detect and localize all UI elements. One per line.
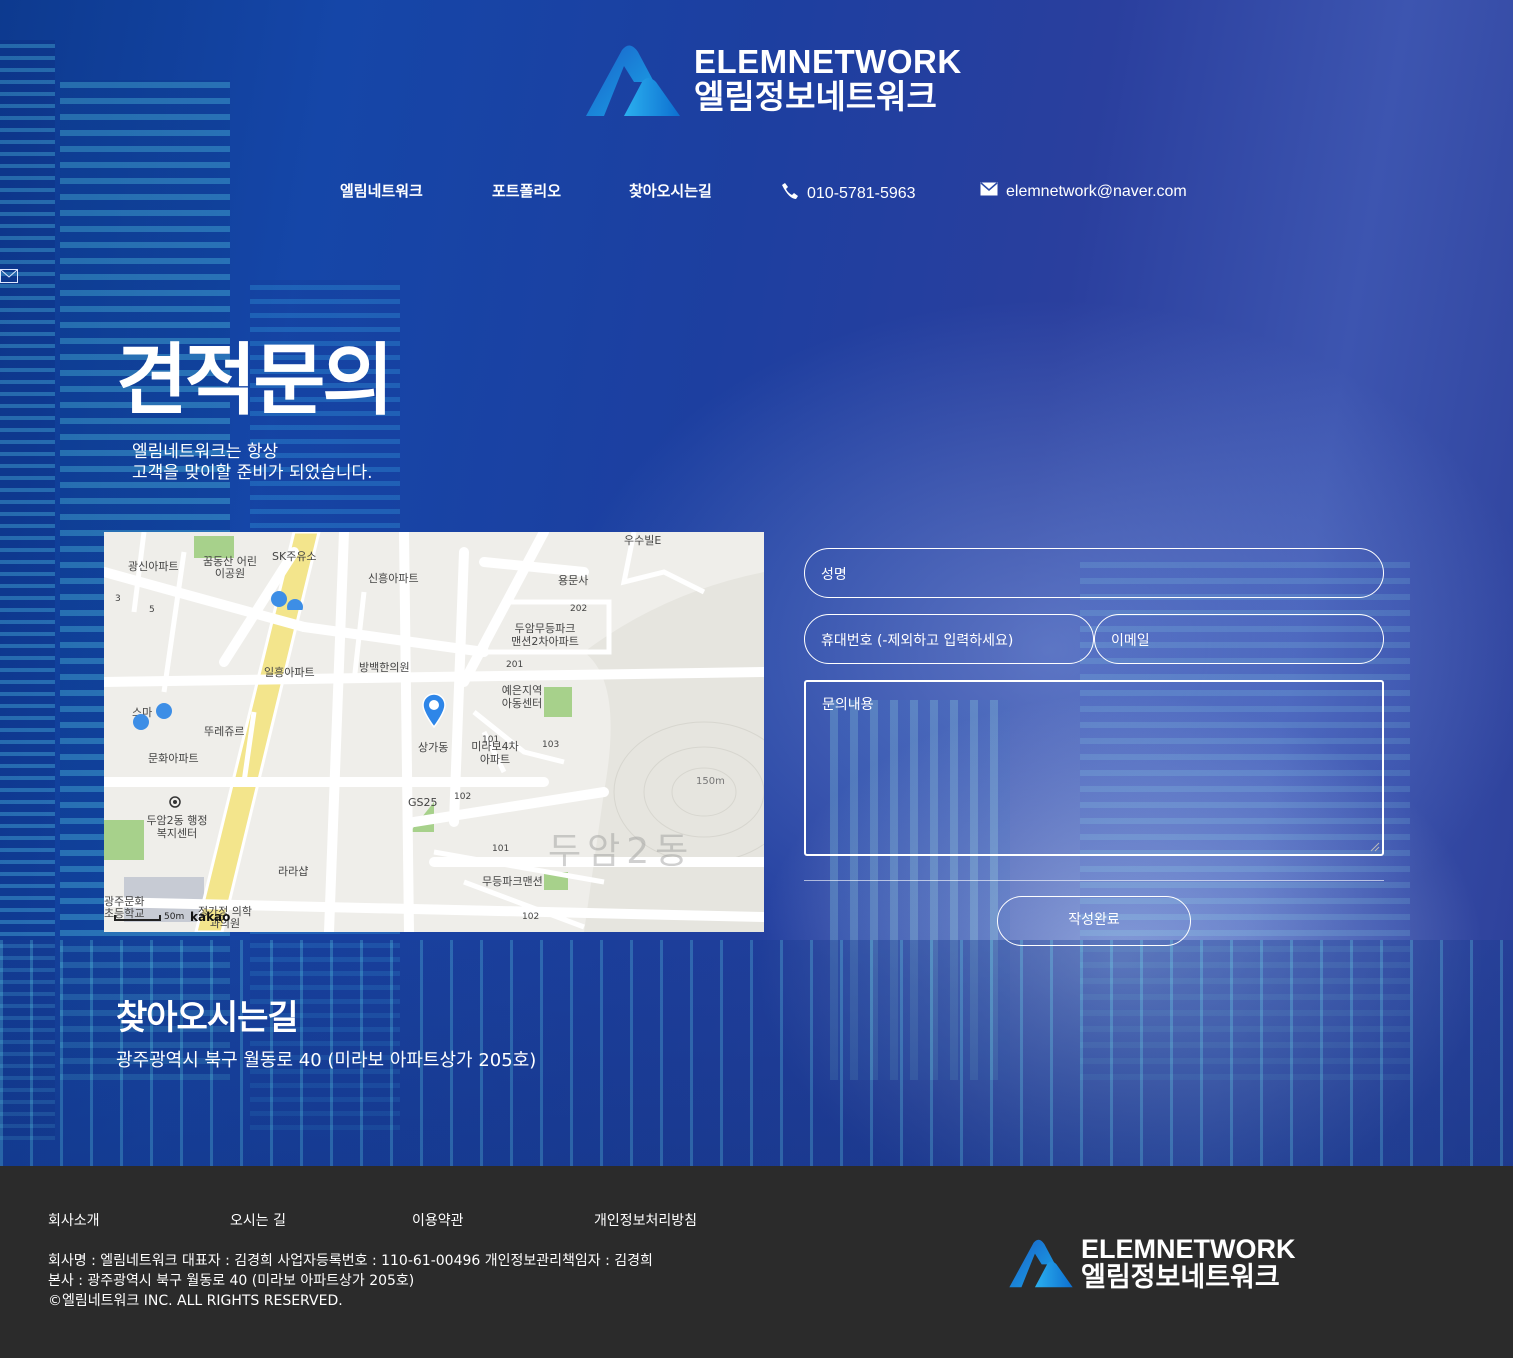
- subtitle-line: 고객을 맞이할 준비가 되었습니다.: [132, 463, 373, 483]
- bus-stop-icon[interactable]: [132, 702, 176, 736]
- map-scale-bar: [114, 915, 161, 921]
- map-label: 라라샵: [278, 865, 309, 878]
- map-label: 뚜레쥬르: [204, 725, 245, 738]
- map-elevation-label: 150m: [696, 776, 725, 787]
- logo-mark-icon: [584, 42, 682, 118]
- directions-title: 찾아오시는길: [116, 999, 299, 1037]
- map-block-number: 102: [522, 912, 540, 922]
- map-label: 방백한의원: [359, 661, 410, 674]
- map-block-number: 101: [492, 844, 510, 854]
- directions-address: 광주광역시 북구 월동로 40 (미라보 아파트상가 205호): [116, 1050, 537, 1071]
- logo-mark-icon: [1008, 1230, 1074, 1296]
- resize-handle-icon[interactable]: [1370, 842, 1380, 852]
- header-logo[interactable]: ELEMNETWORK 엘림정보네트워크: [584, 42, 962, 118]
- submit-button[interactable]: 작성완료: [997, 896, 1191, 946]
- message-placeholder: 문의내용: [822, 697, 874, 713]
- map-label: 일흥아파트: [264, 666, 315, 679]
- map-block-number: 5: [149, 605, 155, 615]
- company-address-line: 본사 : 광주광역시 북구 월동로 40 (미라보 아파트상가 205호): [48, 1273, 415, 1289]
- main-nav: 엘림네트워크 포트폴리오 찾아오시는길 010-5781-5963 elemne…: [0, 180, 1513, 208]
- office-icon: [168, 794, 182, 813]
- footer-link-privacy[interactable]: 개인정보처리방침: [594, 1210, 697, 1230]
- phone-field[interactable]: 휴대번호 (-제외하고 입력하세요): [804, 614, 1094, 664]
- nav-item-portfolio[interactable]: 포트폴리오: [492, 180, 561, 201]
- map-block-number: 102: [454, 792, 472, 802]
- name-field[interactable]: 성명: [804, 548, 1384, 598]
- map-block-number: 101: [482, 735, 500, 745]
- map-block-number: 201: [506, 660, 524, 670]
- phone-placeholder: 휴대번호 (-제외하고 입력하세요): [821, 633, 1014, 649]
- brand-name-ko: 엘림정보네트워크: [694, 78, 937, 115]
- message-textarea[interactable]: 문의내용: [804, 680, 1384, 856]
- map-label: SK주유소: [272, 550, 317, 563]
- location-pin-icon[interactable]: [421, 692, 447, 732]
- form-divider: [804, 880, 1384, 881]
- map-label: 두암무등파크 맨션2차아파트: [511, 622, 579, 648]
- brand-name-en: ELEMNETWORK: [694, 43, 962, 81]
- location-map[interactable]: 광신아파트 꿈동산 어린이공원 SK주유소 신흥아파트 우수빌E 용문사 두암무…: [104, 532, 764, 932]
- subtitle-line: 엘림네트워크는 항상: [132, 442, 279, 462]
- footer-link-terms[interactable]: 이용약관: [412, 1210, 464, 1230]
- email-field[interactable]: 이메일: [1094, 614, 1384, 664]
- map-block-number: 202: [570, 604, 588, 614]
- nav-item-directions[interactable]: 찾아오시는길: [629, 180, 712, 201]
- map-label: 문화아파트: [148, 752, 199, 765]
- mail-icon: [980, 182, 998, 201]
- map-label: 용문사: [558, 574, 589, 587]
- email-address: elemnetwork@naver.com: [1006, 182, 1187, 200]
- name-placeholder: 성명: [821, 567, 847, 583]
- copyright: ©엘림네트워크 INC. ALL RIGHTS RESERVED.: [48, 1293, 343, 1309]
- map-block-number: 103: [542, 740, 560, 750]
- company-info-line: 회사명 : 엘림네트워크 대표자 : 김경희 사업자등록번호 : 110-61-…: [48, 1253, 653, 1269]
- map-label: 예은지역 아동센터: [501, 684, 543, 710]
- map-label: 무등파크맨션: [482, 875, 543, 888]
- map-provider-label[interactable]: kakao: [190, 910, 230, 924]
- map-label: 우수빌E: [624, 534, 662, 547]
- bus-stop-icon[interactable]: [270, 590, 310, 615]
- map-label: GS25: [408, 796, 438, 809]
- floating-mail-icon[interactable]: [0, 268, 18, 283]
- map-label: 상가동: [418, 741, 449, 754]
- footer-link-directions[interactable]: 오시는 길: [230, 1210, 286, 1230]
- map-label: 꿈동산 어린이공원: [202, 555, 258, 580]
- map-block-number: 3: [115, 594, 121, 604]
- footer-company-info: 회사명 : 엘림네트워크 대표자 : 김경희 사업자등록번호 : 110-61-…: [48, 1251, 653, 1311]
- footer-link-company[interactable]: 회사소개: [48, 1210, 100, 1230]
- nav-item-company[interactable]: 엘림네트워크: [340, 180, 423, 201]
- map-label: 신흥아파트: [368, 572, 419, 585]
- phone-number: 010-5781-5963: [807, 184, 916, 202]
- map-scale-label: 50m: [164, 912, 185, 922]
- map-label: 두암2동 행정복지센터: [146, 814, 208, 840]
- nav-email[interactable]: elemnetwork@naver.com: [980, 182, 1187, 201]
- map-area-name: 두암2동: [548, 831, 695, 872]
- footer-logo[interactable]: ELEMNETWORK 엘림정보네트워크: [1008, 1230, 1295, 1296]
- email-placeholder: 이메일: [1111, 633, 1150, 649]
- map-label: 광신아파트: [128, 560, 179, 573]
- brand-name-ko: 엘림정보네트워크: [1081, 1262, 1280, 1292]
- nav-phone[interactable]: 010-5781-5963: [781, 182, 916, 205]
- page-subtitle: 엘림네트워크는 항상 고객을 맞이할 준비가 되었습니다.: [132, 442, 373, 484]
- brand-name-en: ELEMNETWORK: [1081, 1233, 1296, 1264]
- page-title: 견적문의: [116, 336, 394, 424]
- phone-icon: [781, 182, 799, 205]
